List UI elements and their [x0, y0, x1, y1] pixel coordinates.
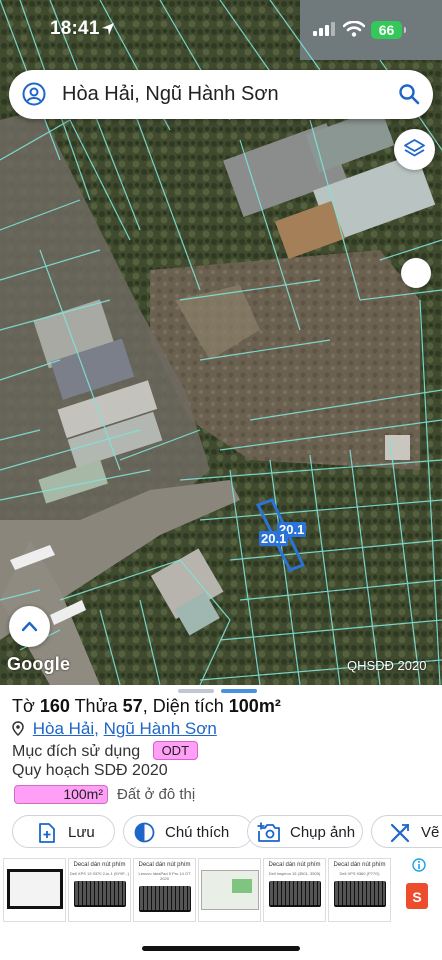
plan-area-bar: 100m²	[14, 785, 108, 804]
status-time: 18:41	[50, 18, 100, 39]
save-button[interactable]: Lưu	[12, 815, 115, 848]
map-view[interactable]: 18:41 66 Hòa Hải, Ngũ Hành Sơn 20.1 20.1…	[0, 0, 442, 685]
purpose-label: Mục đích sử dụng	[12, 743, 141, 760]
area-value: 100m²	[228, 696, 281, 716]
capture-button[interactable]: Chụp ảnh	[247, 815, 363, 848]
shopee-icon[interactable]: S	[406, 883, 428, 909]
location-pin-icon	[12, 721, 24, 736]
chevron-up-icon	[21, 621, 38, 632]
layers-icon	[404, 139, 425, 157]
keyboard-image	[268, 881, 321, 907]
keyboard-image	[333, 881, 386, 907]
search-query[interactable]: Hòa Hải, Ngũ Hành Sơn	[62, 83, 279, 106]
district-link[interactable]: Ngũ Hành Sơn	[104, 719, 217, 738]
sheet-label: Tờ	[12, 696, 35, 716]
sheet-number: 160	[39, 696, 70, 716]
ad-info-icon[interactable]	[412, 858, 426, 872]
save-label: Lưu	[68, 824, 95, 841]
map-source-label: QHSDĐ 2020	[347, 658, 427, 673]
draw-label: Vẽ	[421, 824, 440, 841]
land-use-purpose: Mục đích sử dụng ODT	[12, 741, 199, 761]
ad-banner[interactable]: Decal dán nút phím Dell XPS 13 9370 2-in…	[0, 856, 442, 924]
parcel-label[interactable]: 20.1	[259, 531, 289, 546]
search-icon[interactable]	[398, 83, 420, 105]
keyboard-image	[73, 881, 126, 907]
location-arrow-icon	[102, 23, 114, 35]
ad-product-image	[200, 870, 259, 910]
capture-label: Chụp ảnh	[290, 824, 356, 841]
draw-tools-icon	[390, 823, 410, 843]
parcel-address: Hòa Hải, Ngũ Hành Sơn	[12, 719, 217, 739]
compass-button[interactable]	[401, 258, 431, 288]
ad-product-image	[6, 869, 63, 909]
google-logo: Google	[7, 654, 71, 674]
contrast-icon	[134, 822, 155, 843]
wifi-icon	[343, 21, 365, 37]
ad-item[interactable]: Decal dán nút phím Dell XPS 13 9370 2-in…	[68, 858, 131, 922]
status-bar: 18:41 66	[0, 0, 442, 58]
ad-item[interactable]: Decal dán nút phím Dell XPS 9360 (P77G)	[328, 858, 391, 922]
home-indicator[interactable]	[142, 946, 300, 951]
ad-item[interactable]	[198, 858, 261, 922]
battery-tip	[404, 27, 406, 33]
ad-item[interactable]: Decal dán nút phím Lenovo IdeaPad 5 Pro …	[133, 858, 196, 922]
search-bar[interactable]: Hòa Hải, Ngũ Hành Sơn	[9, 70, 433, 119]
plot-label: Thửa	[74, 696, 118, 716]
keyboard-image	[138, 886, 191, 912]
area-label: Diện tích	[152, 696, 224, 716]
plan-label: Quy hoạch SDĐ 2020	[12, 762, 168, 779]
draw-button[interactable]: Vẽ	[371, 815, 442, 848]
purpose-code-badge: ODT	[152, 741, 199, 760]
ward-link[interactable]: Hòa Hải	[33, 719, 94, 738]
parcel-title: Tờ 160 Thửa 57, Diện tích 100m²	[12, 696, 281, 716]
collapse-button[interactable]	[9, 606, 50, 647]
legend-label: Chú thích	[165, 824, 230, 841]
camera-add-icon	[257, 822, 280, 842]
plot-number: 57	[122, 696, 143, 716]
action-chips: Lưu Chú thích Chụp ảnh Vẽ	[12, 815, 442, 848]
ad-item[interactable]: Decal dán nút phím Dell Inspiron 15 (350…	[263, 858, 326, 922]
legend-button[interactable]: Chú thích	[123, 815, 253, 848]
account-icon[interactable]	[22, 82, 46, 106]
sheet-page-indicator-active[interactable]	[221, 689, 257, 693]
cellular-signal-icon	[313, 22, 335, 36]
sheet-page-indicator[interactable]	[178, 689, 214, 693]
plan-land-type: Đất ở đô thị	[117, 786, 196, 803]
save-document-icon	[39, 823, 55, 843]
layers-button[interactable]	[394, 129, 435, 170]
ad-item[interactable]	[3, 858, 66, 922]
battery-indicator: 66	[371, 21, 402, 39]
